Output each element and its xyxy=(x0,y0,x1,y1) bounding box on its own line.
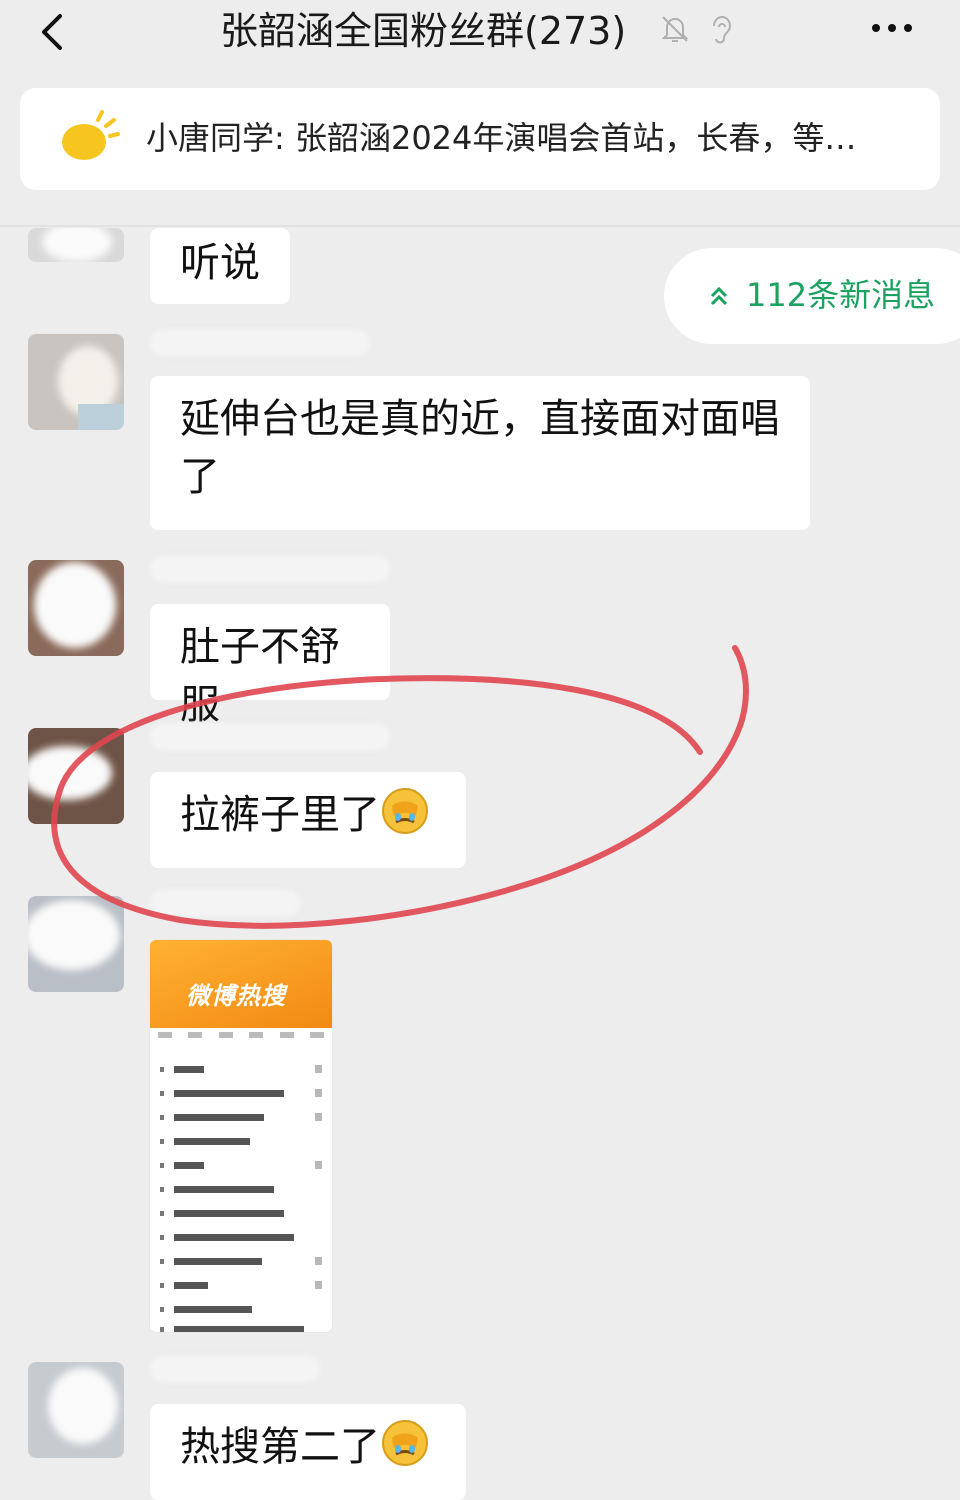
sender-name-blurred xyxy=(150,724,390,750)
image-list-row xyxy=(160,1280,326,1292)
image-list-row xyxy=(160,1088,326,1100)
image-list-row xyxy=(160,1304,326,1316)
message-text: 热搜第二了 xyxy=(180,1424,380,1470)
facepalm-emoji-icon xyxy=(382,1420,428,1466)
avatar[interactable] xyxy=(28,896,124,992)
image-list-row xyxy=(160,1136,326,1148)
image-list-row xyxy=(160,1232,326,1244)
sender-name-blurred xyxy=(150,330,370,356)
avatar[interactable] xyxy=(28,228,124,262)
message-text: 延伸台也是真的近，直接面对面唱了 xyxy=(180,396,780,500)
sender-name-blurred xyxy=(150,890,300,916)
pinned-text: 小唐同学: 张韶涵2024年演唱会首站，长春，等… xyxy=(146,119,857,157)
pinned-announcement[interactable]: 小唐同学: 张韶涵2024年演唱会首站，长春，等… xyxy=(20,88,940,190)
red-circle-annotation xyxy=(51,645,749,929)
image-list-row xyxy=(160,1064,326,1076)
ear-icon xyxy=(713,16,732,44)
image-list-row xyxy=(160,1160,326,1172)
image-list-row xyxy=(160,1184,326,1196)
image-header: 微博热搜 xyxy=(150,940,332,1028)
avatar[interactable] xyxy=(28,560,124,656)
new-messages-label: 112条新消息 xyxy=(746,276,936,314)
avatar[interactable] xyxy=(28,334,124,430)
divider xyxy=(0,225,960,227)
chevron-left-icon[interactable] xyxy=(36,10,76,54)
message-bubble: 肚子不舒服 xyxy=(150,604,390,728)
message-bubble: 延伸台也是真的近，直接面对面唱了 xyxy=(150,376,810,530)
chat-header: 张韶涵全国粉丝群(273) xyxy=(0,0,960,84)
message-bubble: 拉裤子里了 xyxy=(150,772,466,868)
avatar[interactable] xyxy=(28,1362,124,1458)
avatar[interactable] xyxy=(28,728,124,824)
message-bubble: 热搜第二了 xyxy=(150,1404,466,1500)
image-list-row xyxy=(160,1208,326,1220)
sender-name-blurred xyxy=(150,556,390,582)
sun-icon xyxy=(62,110,120,160)
message-bubble: 听说 xyxy=(150,228,290,304)
image-list-row xyxy=(160,1324,326,1332)
chat-title: 张韶涵全国粉丝群(273) xyxy=(220,9,627,53)
facepalm-emoji-icon xyxy=(382,788,428,834)
message-text: 听说 xyxy=(180,240,260,286)
image-title: 微博热搜 xyxy=(186,982,286,1010)
sender-name-blurred xyxy=(150,1356,320,1382)
message-text: 拉裤子里了 xyxy=(180,792,380,838)
image-list-row xyxy=(160,1112,326,1124)
image-list-row xyxy=(160,1256,326,1268)
image-message-weibo-hot-search[interactable]: 微博热搜 xyxy=(150,940,332,1332)
message-text: 肚子不舒服 xyxy=(180,624,340,728)
bell-off-icon xyxy=(661,16,689,42)
new-messages-button[interactable]: 112条新消息 xyxy=(664,248,960,344)
double-chevron-up-icon xyxy=(710,286,728,306)
image-tabs xyxy=(158,1032,324,1046)
more-horizontal-icon[interactable] xyxy=(868,10,916,46)
